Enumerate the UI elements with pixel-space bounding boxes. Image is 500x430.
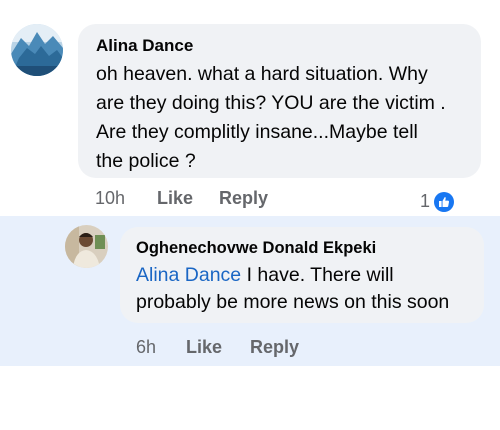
reply-reply-button[interactable]: Reply [250, 337, 299, 358]
reaction-count: 1 [420, 191, 431, 211]
reply-text: Alina Dance I have. There will probably … [136, 262, 449, 316]
reply-actions: 6h Like Reply [136, 337, 299, 358]
reply-bubble: Oghenechovwe Donald Ekpeki Alina Dance I… [120, 227, 484, 323]
comment-text-line: the police ? [96, 150, 196, 172]
reaction-summary[interactable]: 1 [420, 191, 455, 212]
comment-actions: 10h Like Reply [95, 188, 268, 209]
comment-text-line: Are they complitly insane...Maybe tell [96, 121, 418, 143]
comment-text-line: oh heaven. what a hard situation. Why [96, 63, 428, 85]
comment-text: oh heaven. what a hard situation. Why ar… [96, 60, 446, 176]
replier-avatar[interactable] [65, 225, 108, 268]
thumbs-up-icon [434, 191, 455, 212]
reply-text-line: Alina Dance I have. There will [136, 262, 449, 289]
comment-author[interactable]: Alina Dance [96, 36, 193, 56]
mention-link[interactable]: Alina Dance [136, 264, 241, 286]
reply-text-segment: I have. There will [241, 264, 394, 286]
reply-timestamp[interactable]: 6h [136, 337, 186, 358]
commenter-avatar[interactable] [11, 24, 63, 76]
reply-like-button[interactable]: Like [186, 337, 250, 358]
comment-bubble: Alina Dance oh heaven. what a hard situa… [78, 24, 481, 178]
reply-button[interactable]: Reply [219, 188, 268, 209]
reply-author[interactable]: Oghenechovwe Donald Ekpeki [136, 239, 376, 258]
reply-text-line: probably be more news on this soon [136, 291, 450, 313]
comment-text-line: are they doing this? YOU are the victim … [96, 92, 446, 114]
comment-timestamp[interactable]: 10h [95, 188, 157, 209]
like-button[interactable]: Like [157, 188, 219, 209]
